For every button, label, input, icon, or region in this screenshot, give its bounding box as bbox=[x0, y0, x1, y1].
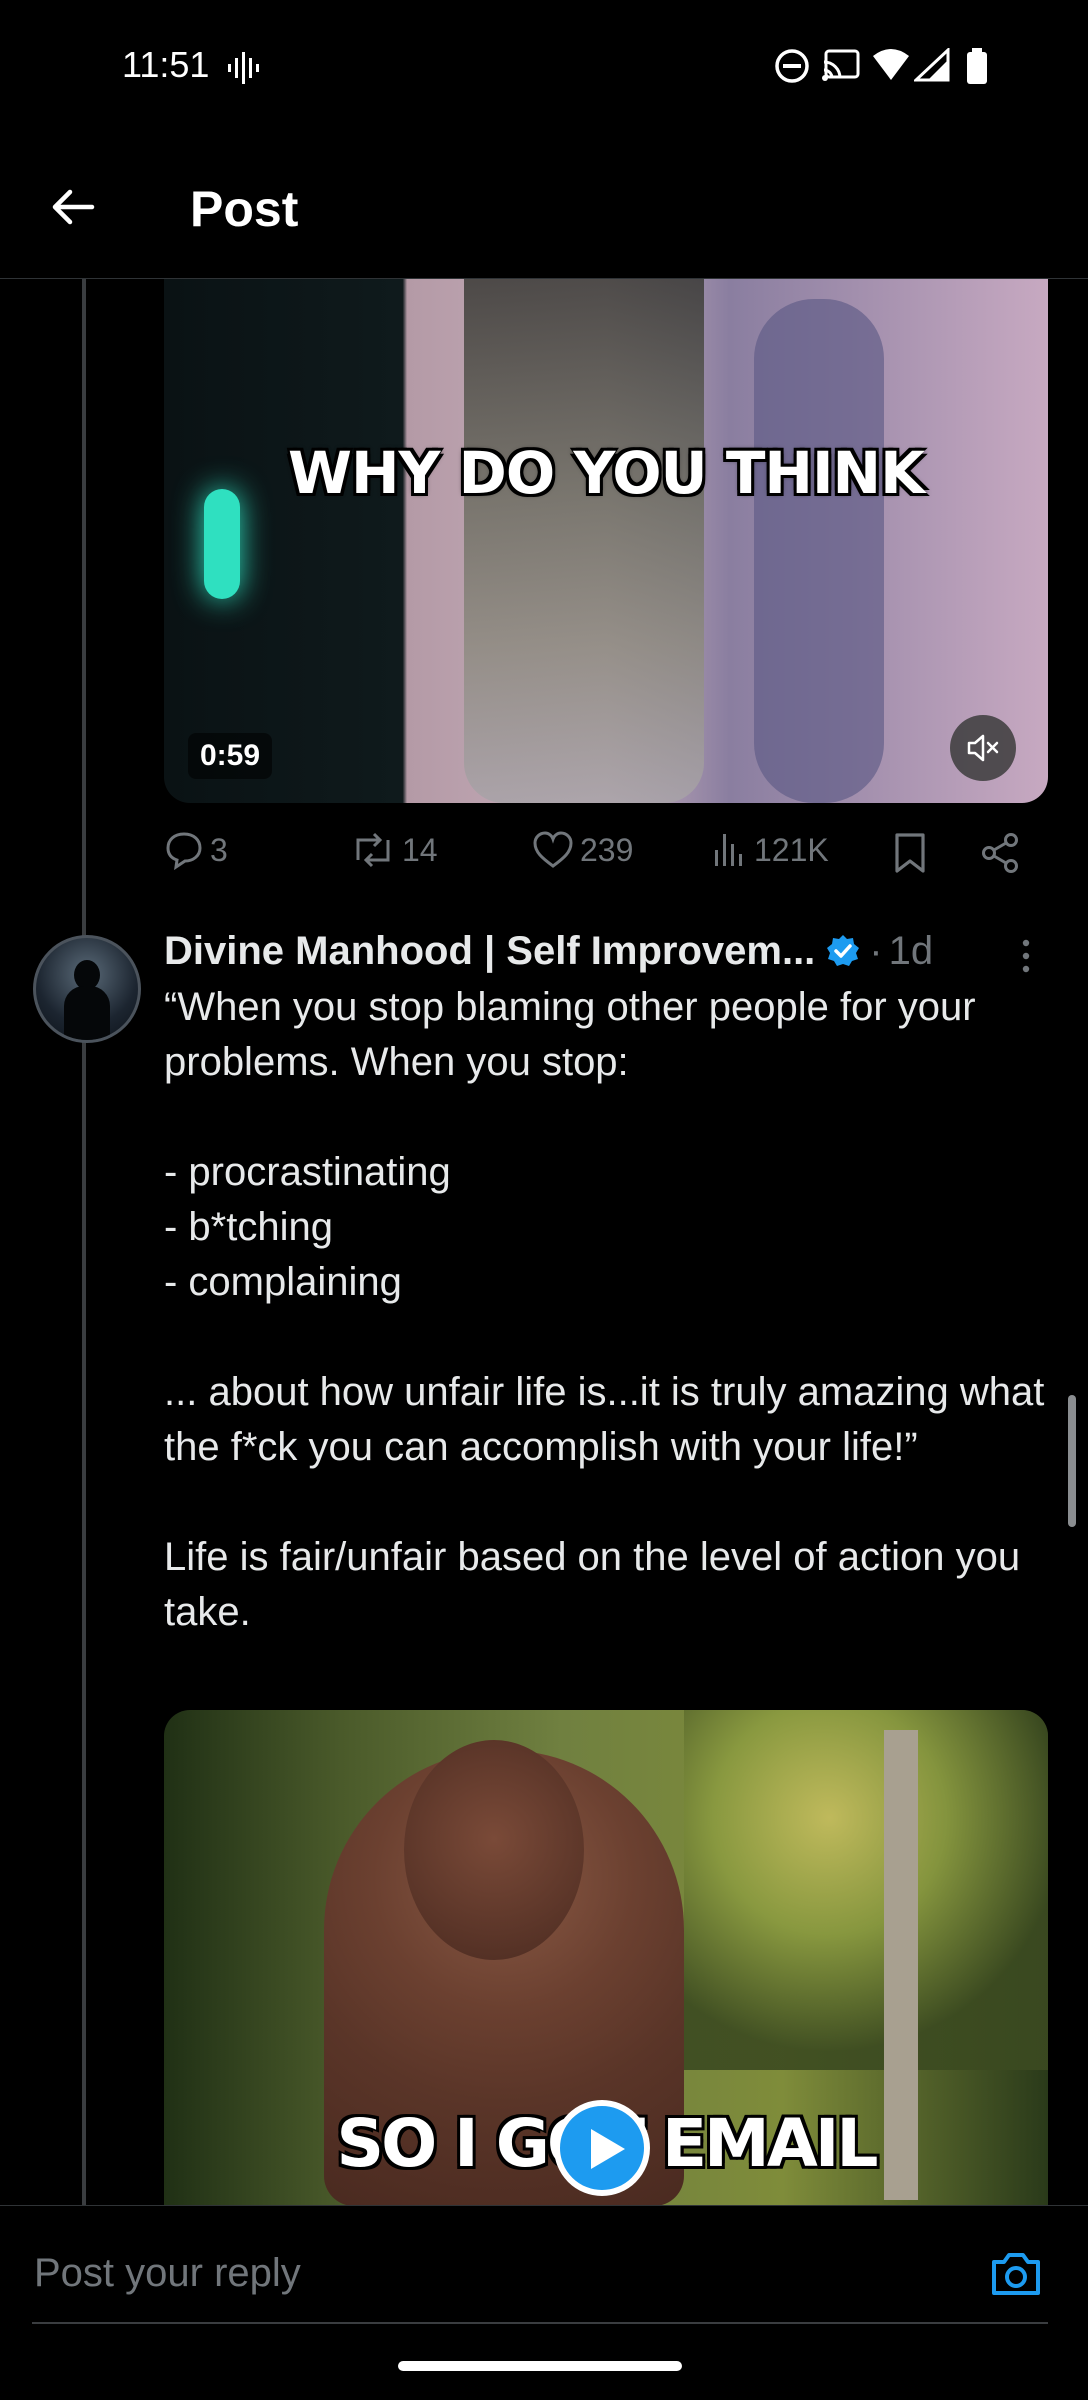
video-caption: WHY DO YOU THINK bbox=[287, 439, 925, 507]
video-frame-foliage bbox=[684, 1710, 1048, 2070]
repost-icon bbox=[356, 832, 390, 868]
like-button[interactable]: 239 bbox=[532, 830, 633, 870]
audio-waveform-icon bbox=[228, 52, 259, 84]
post-text-line: - procrastinating bbox=[164, 1150, 451, 1194]
play-button[interactable] bbox=[554, 2100, 650, 2196]
bookmark-icon[interactable] bbox=[892, 832, 928, 874]
heart-icon bbox=[533, 831, 573, 868]
cellular-signal-icon bbox=[914, 48, 950, 82]
post-action-bar: 3 14 239 121K bbox=[164, 830, 1048, 880]
scrollbar[interactable] bbox=[1068, 1395, 1076, 1527]
video-duration: 0:59 bbox=[188, 733, 273, 779]
repost-count: 14 bbox=[402, 831, 438, 868]
camera-icon[interactable] bbox=[988, 2246, 1044, 2302]
post-text-line: “When you stop blaming other people for … bbox=[164, 985, 987, 1084]
share-icon[interactable] bbox=[980, 832, 1020, 874]
input-underline bbox=[32, 2322, 1048, 2324]
post-text-line: Life is fair/unfair based on the level o… bbox=[164, 1535, 1032, 1634]
author-name[interactable]: Divine Manhood | Self Improvem... bbox=[164, 929, 815, 974]
views-chart-icon bbox=[715, 834, 742, 866]
author-avatar[interactable] bbox=[33, 935, 141, 1043]
reply-composer bbox=[0, 2205, 1088, 2324]
video-frame-shadow bbox=[754, 299, 884, 803]
status-bar: 11:51 bbox=[0, 0, 1088, 130]
reply-input[interactable] bbox=[32, 2250, 936, 2297]
video-player[interactable]: SO I GOT EMAIL bbox=[164, 1710, 1048, 2206]
play-icon bbox=[591, 2129, 625, 2169]
mute-button[interactable] bbox=[950, 715, 1016, 781]
verified-badge-icon bbox=[827, 935, 860, 966]
post-text-line: ... about how unfair life is...it is tru… bbox=[164, 1370, 1056, 1469]
views-button[interactable]: 121K bbox=[712, 830, 829, 870]
post-text-gap bbox=[164, 1090, 1064, 1145]
post-text-gap bbox=[164, 1310, 1064, 1365]
post-text-gap bbox=[164, 1475, 1064, 1530]
wifi-icon bbox=[873, 49, 909, 80]
video-player[interactable]: WHY DO YOU THINK 0:59 bbox=[164, 279, 1048, 803]
do-not-disturb-icon bbox=[775, 49, 809, 83]
reply-button[interactable]: 3 bbox=[164, 830, 228, 870]
post-text: “When you stop blaming other people for … bbox=[164, 980, 1064, 1640]
more-options-icon[interactable] bbox=[1018, 938, 1034, 974]
video-frame-person bbox=[464, 279, 704, 803]
meta-separator: · bbox=[869, 928, 883, 973]
cast-icon bbox=[822, 49, 860, 81]
speaker-muted-icon bbox=[967, 734, 999, 762]
page-title: Post bbox=[190, 181, 299, 237]
like-count: 239 bbox=[580, 831, 634, 868]
view-count: 121K bbox=[754, 831, 829, 868]
clock: 11:51 bbox=[122, 44, 210, 85]
post-text-line: - complaining bbox=[164, 1260, 402, 1304]
avatar-silhouette-body bbox=[64, 986, 110, 1040]
top-app-bar: Post bbox=[0, 140, 1088, 279]
post-author-row: Divine Manhood | Self Improvem... · 1d bbox=[164, 926, 933, 976]
post-timestamp: 1d bbox=[888, 928, 934, 973]
reply-bubble-icon bbox=[166, 832, 202, 870]
repost-button[interactable]: 14 bbox=[350, 830, 438, 870]
home-gesture-bar[interactable] bbox=[398, 2361, 682, 2371]
thread-connector-line bbox=[82, 1045, 86, 2205]
reply-count: 3 bbox=[210, 831, 228, 868]
battery-icon bbox=[967, 48, 987, 84]
post-text-line: - b*tching bbox=[164, 1205, 333, 1249]
video-frame-head bbox=[404, 1740, 584, 1960]
back-arrow-icon[interactable] bbox=[48, 182, 98, 232]
